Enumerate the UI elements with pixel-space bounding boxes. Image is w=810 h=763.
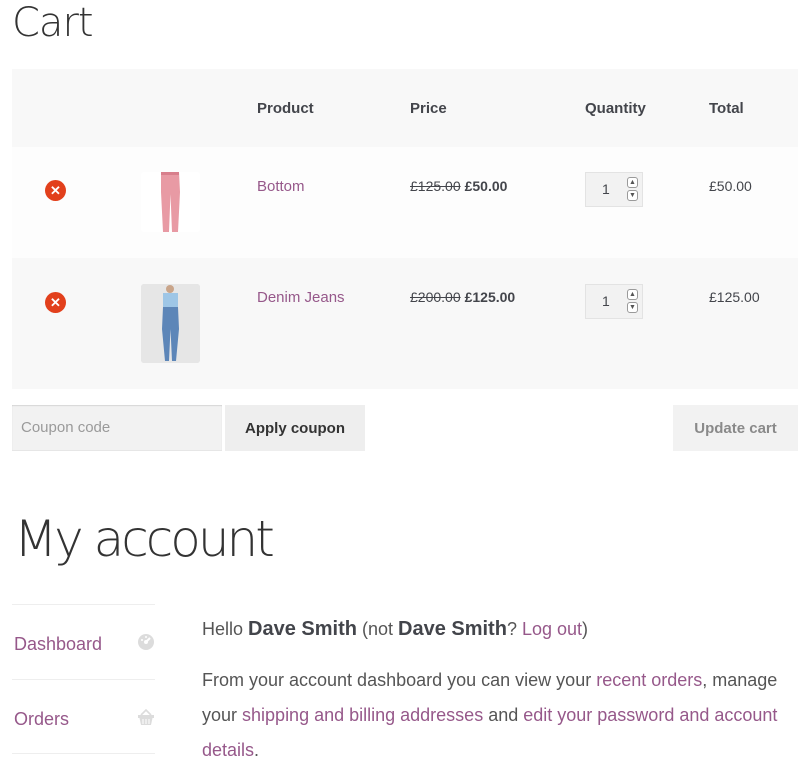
product-link[interactable]: Denim Jeans (257, 289, 345, 306)
product-link[interactable]: Bottom (257, 178, 305, 195)
increment-icon[interactable]: ▲ (627, 177, 638, 188)
cart-row: ✕ Bottom £125.00 £50.00 1 ▲ ▼ £50.00 (12, 147, 798, 258)
line-total: £50.00 (709, 178, 752, 194)
nav-item-orders[interactable]: Orders (12, 679, 155, 754)
greeting-question: ? (506, 619, 522, 639)
cart-table: Product Price Quantity Total ✕ Bottom £1… (12, 69, 798, 389)
remove-item-button[interactable]: ✕ (45, 292, 66, 313)
logout-link[interactable]: Log out (522, 619, 582, 639)
product-thumbnail-denim-jeans[interactable] (141, 284, 200, 363)
product-thumbnail-bottom[interactable] (141, 172, 200, 232)
quantity-value: 1 (602, 293, 610, 309)
basket-icon (137, 708, 155, 726)
cart-row: ✕ Denim Jeans £200.00 £125.00 1 ▲ ▼ £125.… (12, 258, 798, 389)
nav-item-label: Orders (14, 709, 70, 729)
sale-price: £125.00 (464, 289, 516, 305)
user-name-repeat: Dave Smith (398, 618, 507, 640)
header-quantity: Quantity (585, 100, 646, 117)
dashboard-text: and (483, 705, 524, 725)
increment-icon[interactable]: ▲ (627, 289, 638, 300)
nav-item-label: Dashboard (14, 634, 103, 654)
greeting-close: ) (582, 619, 589, 639)
product-price: £200.00 £125.00 (410, 289, 515, 305)
account-navigation: Dashboard Orders (12, 604, 155, 754)
dashboard-text: . (254, 740, 260, 760)
dashboard-description: From your account dashboard you can view… (202, 663, 802, 763)
quantity-stepper[interactable]: 1 ▲ ▼ (585, 172, 643, 207)
greeting-hello: Hello (202, 619, 249, 639)
remove-item-button[interactable]: ✕ (45, 180, 66, 201)
header-product: Product (257, 100, 314, 117)
user-name: Dave Smith (248, 618, 357, 640)
cart-table-header: Product Price Quantity Total (12, 69, 798, 147)
decrement-icon[interactable]: ▼ (627, 302, 638, 313)
dashboard-icon (137, 633, 155, 651)
account-title: My account (14, 510, 275, 568)
original-price: £200.00 (410, 289, 461, 305)
sale-price: £50.00 (464, 178, 508, 194)
greeting: Hello Dave Smith (not Dave Smith? Log ou… (202, 612, 802, 647)
header-price: Price (410, 100, 447, 117)
addresses-link[interactable]: shipping and billing addresses (242, 705, 483, 725)
coupon-code-input[interactable] (12, 405, 222, 451)
greeting-not: (not (356, 619, 398, 639)
original-price: £125.00 (410, 178, 461, 194)
apply-coupon-button[interactable]: Apply coupon (225, 405, 365, 451)
line-total: £125.00 (709, 289, 760, 305)
dashboard-text: From your account dashboard you can view… (202, 670, 597, 690)
quantity-stepper[interactable]: 1 ▲ ▼ (585, 284, 643, 319)
decrement-icon[interactable]: ▼ (627, 190, 638, 201)
nav-item-dashboard[interactable]: Dashboard (12, 604, 155, 679)
product-price: £125.00 £50.00 (410, 178, 507, 194)
quantity-value: 1 (602, 181, 610, 197)
cart-title: Cart (12, 0, 94, 46)
update-cart-button[interactable]: Update cart (673, 405, 798, 451)
header-total: Total (709, 100, 744, 117)
cart-actions: Apply coupon Update cart (12, 389, 798, 473)
recent-orders-link[interactable]: recent orders (596, 670, 702, 690)
account-dashboard-content: Hello Dave Smith (not Dave Smith? Log ou… (202, 612, 802, 763)
